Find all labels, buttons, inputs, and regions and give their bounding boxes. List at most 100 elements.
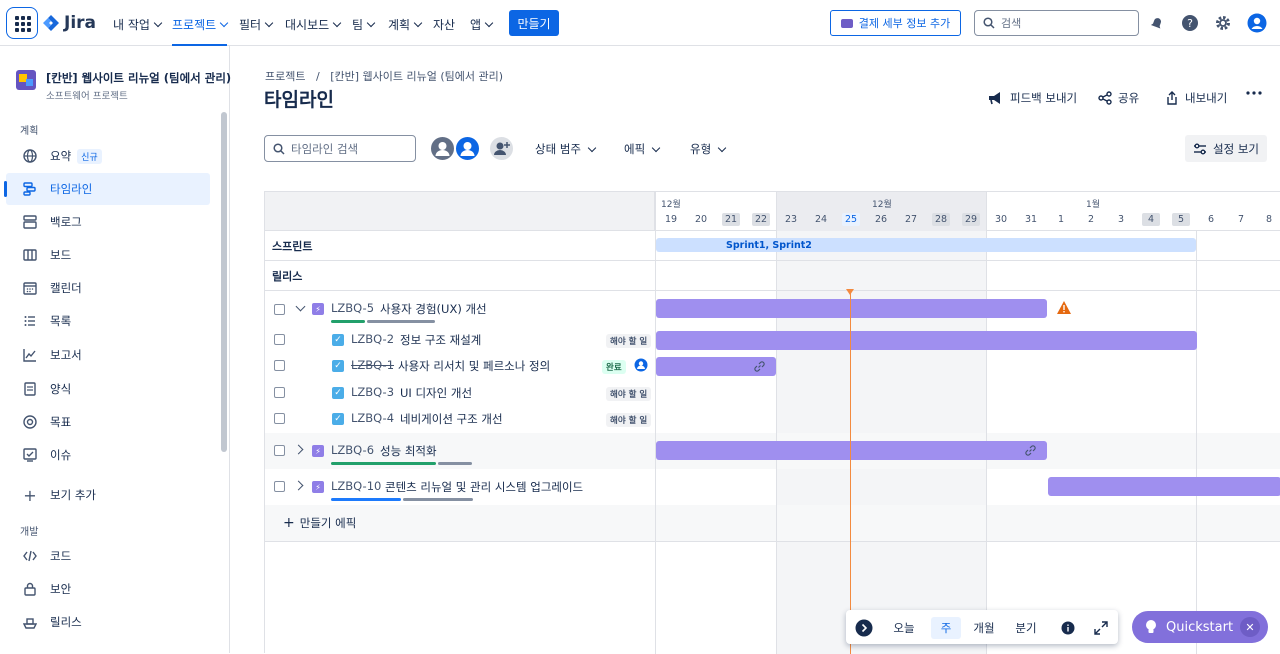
sidebar-item-board[interactable]: 보드 (6, 239, 210, 271)
help-icon[interactable]: ? (1180, 13, 1200, 33)
row-checkbox[interactable] (274, 387, 285, 398)
sidebar-item-security[interactable]: 보안 (6, 573, 210, 605)
quickstart-button[interactable]: Quickstart ✕ (1132, 611, 1268, 643)
create-row-shade (265, 505, 1280, 541)
nav-teams[interactable]: 팀 (352, 16, 376, 33)
assignee-avatar-icon[interactable] (634, 358, 648, 375)
warning-icon[interactable] (1057, 301, 1071, 317)
zoom-month-button[interactable]: 개월 (969, 617, 999, 639)
nav-my-work[interactable]: 내 작업 (113, 16, 163, 33)
filter-type[interactable]: 유형 (690, 141, 727, 157)
timeline-bar[interactable] (656, 299, 1047, 318)
day-label: 26 (874, 214, 888, 225)
zoom-today-button[interactable]: 오늘 (888, 617, 920, 639)
issue-summary[interactable]: 콘텐츠 리뉴얼 및 관리 시스템 업그레이드 (385, 479, 583, 495)
app-switcher-icon[interactable] (6, 7, 38, 39)
row-checkbox[interactable] (274, 304, 285, 315)
day-label: 29 (962, 213, 980, 226)
view-settings-button[interactable]: 설정 보기 (1185, 135, 1267, 162)
issue-key[interactable]: LZBQ-10 (331, 479, 381, 493)
issue-summary[interactable]: 사용자 경험(UX) 개선 (380, 301, 487, 317)
filter-epic[interactable]: 에픽 (624, 141, 661, 157)
status-lozenge[interactable]: 해야 할 일 (606, 413, 652, 427)
issue-summary[interactable]: 정보 구조 재설계 (400, 332, 481, 348)
day-label: 30 (994, 214, 1008, 225)
project-header[interactable]: [칸반] 웹사이트 리뉴얼 (팀에서 관리) 소프트웨어 프로젝트 (16, 70, 231, 102)
issue-summary[interactable]: UI 디자인 개선 (400, 385, 472, 401)
chevron-down-icon[interactable] (295, 301, 306, 312)
row-checkbox[interactable] (274, 481, 285, 492)
row-checkbox[interactable] (274, 360, 285, 371)
avatar-filter-user[interactable] (429, 135, 456, 162)
zoom-week-button[interactable]: 주 (931, 617, 961, 639)
feedback-button[interactable]: 피드백 보내기 (988, 90, 1077, 106)
sidebar-item-releases[interactable]: 릴리스 (6, 606, 210, 638)
sidebar-item-reports[interactable]: 보고서 (6, 339, 210, 371)
status-lozenge[interactable]: 해야 할 일 (606, 334, 652, 348)
collapse-panel-button[interactable] (854, 617, 874, 639)
nav-assets[interactable]: 자산 (433, 16, 455, 33)
breadcrumb-project[interactable]: [칸반] 웹사이트 리뉴얼 (팀에서 관리) (330, 70, 503, 83)
sidebar-item-goals[interactable]: 목표 (6, 406, 210, 438)
nav-dashboards[interactable]: 대시보드 (285, 16, 342, 33)
sidebar-item-timeline[interactable]: 타임라인 (4, 173, 210, 205)
zoom-quarter-button[interactable]: 분기 (1011, 617, 1041, 639)
issue-summary[interactable]: 네비게이션 구조 개선 (400, 411, 503, 427)
timeline-bar[interactable] (1048, 477, 1280, 496)
notifications-icon[interactable] (1147, 13, 1167, 33)
row-checkbox[interactable] (274, 445, 285, 456)
sidebar-item-summary[interactable]: 요약 신규 (6, 140, 210, 172)
nav-filters[interactable]: 필터 (239, 16, 274, 33)
progress-done (331, 462, 436, 465)
share-button[interactable]: 공유 (1098, 90, 1139, 106)
issue-summary[interactable]: 사용자 리서치 및 페르소나 정의 (398, 358, 550, 374)
nav-plans[interactable]: 계획 (388, 16, 423, 33)
status-lozenge[interactable]: 해야 할 일 (606, 387, 652, 401)
issue-summary[interactable]: 성능 최적화 (380, 443, 437, 459)
nav-projects[interactable]: 프로젝트 (172, 16, 229, 47)
sprint-bar[interactable]: Sprint1, Sprint2 (656, 238, 1196, 252)
issue-key[interactable]: LZBQ-6 (331, 443, 374, 457)
search-input[interactable]: 검색 (974, 10, 1139, 36)
sidebar-item-backlog[interactable]: 백로그 (6, 206, 210, 238)
issue-key[interactable]: LZBQ-3 (351, 385, 394, 399)
breadcrumb-root[interactable]: 프로젝트 (265, 70, 305, 83)
fullscreen-icon[interactable] (1091, 617, 1111, 639)
export-button[interactable]: 내보내기 (1165, 90, 1227, 106)
issue-key[interactable]: LZBQ-2 (351, 332, 394, 346)
zoom-controls: 오늘 주 개월 분기 (846, 610, 1118, 644)
issue-key[interactable]: LZBQ-1 (351, 358, 394, 372)
jira-logo[interactable]: Jira (42, 12, 96, 34)
avatar-filter-me[interactable] (454, 135, 481, 162)
sidebar-item-code[interactable]: 코드 (6, 540, 210, 572)
timeline-bar[interactable] (656, 331, 1197, 350)
sidebar-item-forms[interactable]: 양식 (6, 373, 210, 405)
day-label: 19 (664, 214, 678, 225)
sidebar-item-issues[interactable]: 이슈 (6, 439, 210, 471)
sidebar-item-calendar[interactable]: 캘린더 (6, 272, 210, 304)
chevron-right-icon[interactable] (293, 480, 304, 491)
more-actions-button[interactable] (1245, 90, 1263, 96)
filter-status-category[interactable]: 상태 범주 (535, 141, 597, 157)
row-checkbox[interactable] (274, 334, 285, 345)
status-lozenge[interactable]: 완료 (602, 360, 626, 374)
add-billing-button[interactable]: 결제 세부 정보 추가 (830, 10, 961, 36)
row-checkbox[interactable] (274, 413, 285, 424)
profile-avatar-icon[interactable] (1247, 13, 1267, 33)
issue-key[interactable]: LZBQ-5 (331, 301, 374, 315)
nav-apps[interactable]: 앱 (470, 16, 494, 33)
issue-key[interactable]: LZBQ-4 (351, 411, 394, 425)
filter-label: 상태 범주 (535, 142, 581, 156)
timeline-bar[interactable] (656, 441, 1047, 460)
sidebar-scrollbar[interactable] (221, 112, 227, 452)
sidebar-item-list[interactable]: 목록 (6, 305, 210, 337)
create-button[interactable]: 만들기 (509, 10, 559, 36)
add-people-icon[interactable] (488, 135, 515, 162)
create-epic-button[interactable]: + 만들기 에픽 (283, 515, 356, 531)
info-icon[interactable] (1058, 617, 1078, 639)
progress-in-progress (331, 498, 401, 501)
timeline-search-input[interactable]: 타임라인 검색 (264, 135, 416, 162)
add-view-button[interactable]: + 보기 추가 (6, 479, 210, 511)
settings-gear-icon[interactable] (1213, 13, 1233, 33)
close-icon[interactable]: ✕ (1240, 617, 1260, 637)
